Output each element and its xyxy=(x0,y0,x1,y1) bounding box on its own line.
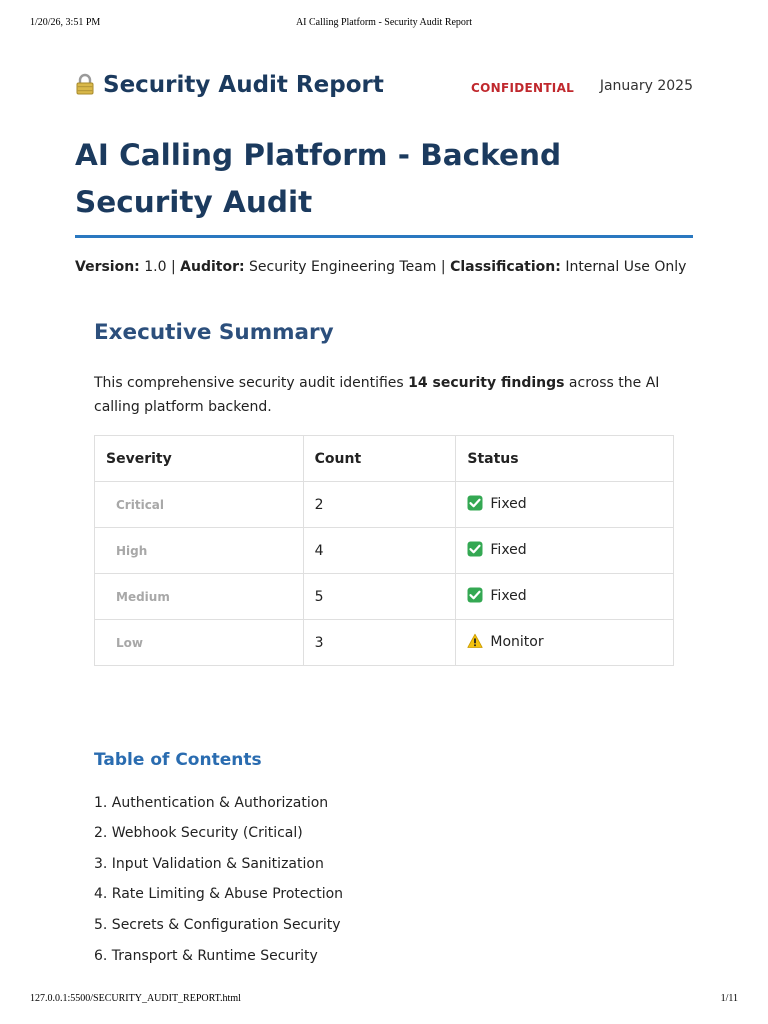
toc-item: 2. Webhook Security (Critical) xyxy=(94,825,303,841)
status-cell: Fixed xyxy=(455,573,674,620)
toc-heading: Table of Contents xyxy=(94,750,262,770)
status-cell: Fixed xyxy=(455,527,674,574)
classification-value: Internal Use Only xyxy=(565,259,687,275)
report-date: January 2025 xyxy=(599,78,693,94)
summary-text-start: This comprehensive security audit identi… xyxy=(94,375,409,391)
status-label: Fixed xyxy=(490,541,527,558)
count-cell: 2 xyxy=(302,481,457,528)
meta-separator: | xyxy=(440,259,446,275)
confidential-badge: CONFIDENTIAL xyxy=(471,81,575,95)
report-meta: Version: 1.0 | Auditor: Security Enginee… xyxy=(75,259,715,275)
column-header-severity: Severity xyxy=(94,435,304,482)
status-cell: Monitor xyxy=(455,619,674,666)
table-row: High 4 Fixed xyxy=(94,527,674,574)
title-divider xyxy=(75,235,693,238)
document-title: AI Calling Platform - Backend Security A… xyxy=(75,138,562,219)
classification-label: Classification: xyxy=(450,259,561,275)
table-row: Medium 5 Fixed xyxy=(94,573,674,620)
check-icon xyxy=(467,495,483,515)
meta-separator: | xyxy=(170,259,176,275)
table-row: Critical 2 Fixed xyxy=(94,481,674,528)
column-header-status: Status xyxy=(455,435,674,482)
severity-cell: High xyxy=(94,527,304,574)
severity-cell: Low xyxy=(94,619,304,666)
brand-title: Security Audit Report xyxy=(75,72,384,101)
status-label: Monitor xyxy=(490,633,544,650)
check-icon xyxy=(467,587,483,607)
executive-summary-text: This comprehensive security audit identi… xyxy=(94,371,674,419)
summary-findings-count: 14 security findings xyxy=(408,375,565,391)
severity-cell: Critical xyxy=(94,481,304,528)
print-page-title: AI Calling Platform - Security Audit Rep… xyxy=(295,17,473,28)
toc-item: 3. Input Validation & Sanitization xyxy=(94,856,324,872)
table-header-row: Severity Count Status xyxy=(94,435,674,482)
count-cell: 5 xyxy=(302,573,457,620)
report-header: Security Audit Report CONFIDENTIAL Janua… xyxy=(75,72,693,104)
auditor-label: Auditor: xyxy=(180,259,245,275)
check-icon xyxy=(467,541,483,561)
severity-cell: Medium xyxy=(94,573,304,620)
status-label: Fixed xyxy=(490,495,527,512)
warning-icon xyxy=(467,633,483,653)
lock-icon xyxy=(75,73,95,101)
status-cell: Fixed xyxy=(455,481,674,528)
toc-item: 4. Rate Limiting & Abuse Protection xyxy=(94,886,344,902)
toc-item: 5. Secrets & Configuration Security xyxy=(94,917,341,933)
print-page-number: 1/11 xyxy=(720,993,738,1004)
count-cell: 4 xyxy=(302,527,457,574)
auditor-value: Security Engineering Team xyxy=(249,259,437,275)
version-value: 1.0 xyxy=(144,259,167,275)
toc-item: 1. Authentication & Authorization xyxy=(94,795,329,811)
column-header-count: Count xyxy=(302,435,457,482)
print-url: 127.0.0.1:5500/SECURITY_AUDIT_REPORT.htm… xyxy=(30,993,241,1004)
severity-table: Severity Count Status Critical 2 Fixed H… xyxy=(94,435,674,666)
count-cell: 3 xyxy=(302,619,457,666)
brand-title-text: Security Audit Report xyxy=(103,72,384,98)
executive-summary-heading: Executive Summary xyxy=(94,320,334,345)
status-label: Fixed xyxy=(490,587,527,604)
table-row: Low 3 Monitor xyxy=(94,619,674,666)
version-label: Version: xyxy=(75,259,140,275)
toc-item: 6. Transport & Runtime Security xyxy=(94,948,318,964)
